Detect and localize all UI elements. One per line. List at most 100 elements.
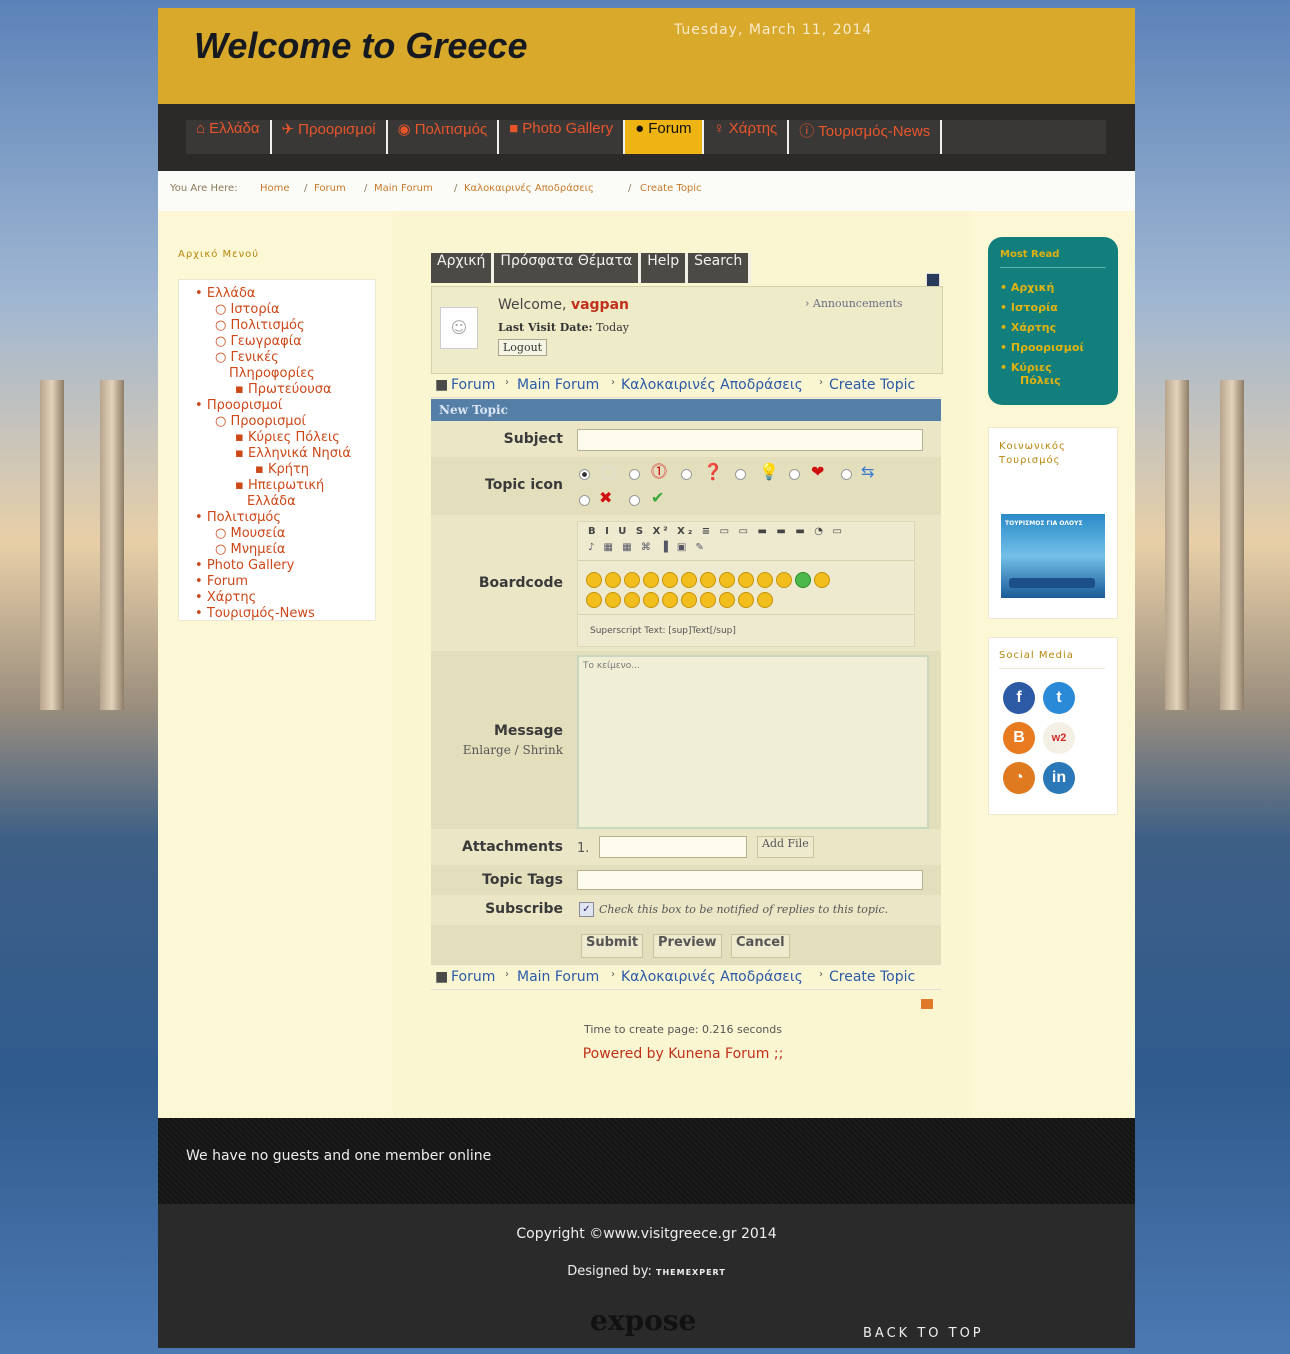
menu-item[interactable]: • Προορισμοί <box>195 398 282 414</box>
tab-search[interactable]: Search <box>688 253 752 283</box>
pathway-link[interactable]: Forum <box>451 969 495 985</box>
welcome-text: Welcome, vagpan <box>498 297 629 313</box>
most-read-item[interactable]: • Προορισμοί <box>1000 341 1084 354</box>
rss-icon[interactable]: ◔ <box>1003 762 1035 794</box>
site-title[interactable]: Welcome to Greece <box>194 25 527 67</box>
menu-item[interactable]: ▪ Κρήτη <box>255 462 309 478</box>
pathway-link[interactable]: Καλοκαιρινές Αποδράσεις <box>621 969 803 985</box>
add-file-button[interactable]: Add File <box>757 836 814 858</box>
menu-item[interactable]: • Τουρισμός-News <box>195 606 315 622</box>
announcements-link[interactable]: › Announcements <box>805 297 903 310</box>
tab-home[interactable]: Αρχική <box>431 253 495 283</box>
topic-icon-radio[interactable] <box>629 495 640 506</box>
logout-button[interactable]: Logout <box>498 339 548 356</box>
avatar[interactable]: ☺ <box>440 307 478 349</box>
nav-item-photo-gallery[interactable]: ■ Photo Gallery <box>499 120 626 154</box>
format-buttons[interactable]: B I U S X² X₂ ≡ ▭ ▭ ▬ ▬ ▬ ◔ ▭ <box>588 526 845 537</box>
linkedin-icon[interactable]: in <box>1043 762 1075 794</box>
nav-item-xartis[interactable]: ♀ Χάρτης <box>704 120 790 154</box>
insert-buttons[interactable]: ♪ ▦ ▦ ⌘ ▐ ▣ ✎ <box>588 542 707 553</box>
breadcrumb-link[interactable]: Forum <box>314 183 346 194</box>
topic-icon-radio[interactable] <box>579 495 590 506</box>
pathway-link[interactable]: Καλοκαιρινές Αποδράσεις <box>621 377 803 393</box>
subject-input[interactable] <box>577 429 923 451</box>
message-label: Message <box>493 723 563 739</box>
menu-item[interactable]: ○ Ιστορία <box>215 302 280 318</box>
rss-icon[interactable] <box>921 999 933 1009</box>
nav-item-forum[interactable]: ● Forum <box>625 120 704 154</box>
tab-help[interactable]: Help <box>641 253 689 283</box>
submit-button[interactable]: Submit <box>581 934 644 958</box>
menu-item[interactable]: Πληροφορίες <box>229 366 315 382</box>
nav-item-label: Πολιτισμός <box>414 121 488 138</box>
smiley-picker[interactable] <box>586 572 906 592</box>
breadcrumb-link[interactable]: Main Forum <box>374 183 433 194</box>
menu-item[interactable]: ○ Γεωγραφία <box>215 334 302 350</box>
breadcrumb-link[interactable]: Home <box>260 183 290 194</box>
cancel-button[interactable]: Cancel <box>731 934 790 958</box>
topic-icon-radio[interactable] <box>579 469 590 480</box>
menu-item[interactable]: ○ Μνημεία <box>215 542 285 558</box>
most-read-item[interactable]: • Χάρτης <box>1000 321 1056 334</box>
topic-icon-radio[interactable] <box>789 469 800 480</box>
shrink-link[interactable]: Shrink <box>522 743 563 757</box>
nav-item-proorismoi[interactable]: ✈ Προορισμοί <box>272 120 388 154</box>
back-to-top-link[interactable]: BACK TO TOP <box>863 1326 984 1341</box>
menu-item[interactable]: Ελλάδα <box>247 494 296 510</box>
most-read-item[interactable]: • Αρχική <box>1000 281 1054 294</box>
menu-item[interactable]: • Πολιτισμός <box>195 510 281 526</box>
nav-item-label: Τουρισμός-News <box>818 123 931 140</box>
menu-item[interactable]: • Χάρτης <box>195 590 256 606</box>
nav-item-ellada[interactable]: ⌂ Ελλάδα <box>186 120 272 154</box>
most-read-item[interactable]: • Κύριες <box>1000 361 1052 374</box>
menu-item[interactable]: ▪ Κύριες Πόλεις <box>235 430 340 446</box>
menu-item[interactable]: • Forum <box>195 574 248 590</box>
smiley-picker[interactable] <box>586 592 906 612</box>
most-read-item[interactable]: Πόλεις <box>1020 374 1061 387</box>
topic-icon-radio[interactable] <box>629 469 640 480</box>
designer-logo[interactable]: THEMEXPERT <box>656 1268 726 1277</box>
attachment-file-input[interactable] <box>599 836 747 858</box>
pathway-link[interactable]: Create Topic <box>829 969 915 985</box>
topic-icon-radio[interactable] <box>841 469 852 480</box>
menu-item[interactable]: • Ελλάδα <box>195 286 256 302</box>
menu-item[interactable]: ▪ Πρωτεύουσα <box>235 382 332 398</box>
pathway-link[interactable]: Main Forum <box>517 377 599 393</box>
facebook-icon[interactable]: f <box>1003 682 1035 714</box>
blogger-icon[interactable]: B <box>1003 722 1035 754</box>
info-icon: ⓘ <box>799 123 815 140</box>
menu-item[interactable]: ○ Γενικές <box>215 350 279 366</box>
pathway-link[interactable]: Forum <box>451 377 495 393</box>
nav-item-politismos[interactable]: ◉ Πολιτισμός <box>388 120 500 154</box>
twitter-icon[interactable]: t <box>1043 682 1075 714</box>
banner-text: ΤΟΥΡΙΣΜΟΣ ΓΙΑ ΟΛΟΥΣ <box>1005 520 1083 527</box>
most-read-item[interactable]: • Ιστορία <box>1000 301 1058 314</box>
plane-icon: ✈ <box>281 121 295 138</box>
tags-input[interactable] <box>577 870 923 890</box>
menu-item[interactable]: ▪ Ηπειρωτική <box>235 478 324 494</box>
menu-item[interactable]: ▪ Ελληνικά Νησιά <box>235 446 351 462</box>
menu-item[interactable]: ○ Προορισμοί <box>215 414 306 430</box>
preview-button[interactable]: Preview <box>653 934 722 958</box>
topic-icon-radio[interactable] <box>681 469 692 480</box>
powered-by[interactable]: Powered by Kunena Forum ;; <box>393 1046 973 1062</box>
menu-item[interactable]: ○ Πολιτισμός <box>215 318 305 334</box>
breadcrumb-current: Create Topic <box>640 183 702 194</box>
message-placeholder: Το κείμενο... <box>583 661 640 671</box>
enlarge-link[interactable]: Enlarge <box>463 743 511 757</box>
nav-item-tourismos-news[interactable]: ⓘ Τουρισμός-News <box>789 120 943 154</box>
web2-icon[interactable]: w2 <box>1043 722 1075 754</box>
menu-item[interactable]: • Photo Gallery <box>195 558 294 574</box>
pathway-link[interactable]: Create Topic <box>829 377 915 393</box>
tourism-banner[interactable]: ΤΟΥΡΙΣΜΟΣ ΓΙΑ ΟΛΟΥΣ <box>1001 514 1105 598</box>
pathway-link[interactable]: Main Forum <box>517 969 599 985</box>
collapse-icon[interactable] <box>926 273 940 287</box>
subscribe-checkbox[interactable]: ✓ <box>579 902 594 917</box>
topic-icon-radio[interactable] <box>735 469 746 480</box>
breadcrumb-link[interactable]: Καλοκαιρινές Αποδράσεις <box>464 183 594 194</box>
tab-recent-topics[interactable]: Πρόσφατα Θέματα <box>494 253 642 283</box>
message-textarea[interactable]: Το κείμενο... <box>577 655 929 829</box>
username[interactable]: vagpan <box>571 297 629 313</box>
cross-icon: ✖ <box>599 488 613 507</box>
menu-item[interactable]: ○ Μουσεία <box>215 526 285 542</box>
